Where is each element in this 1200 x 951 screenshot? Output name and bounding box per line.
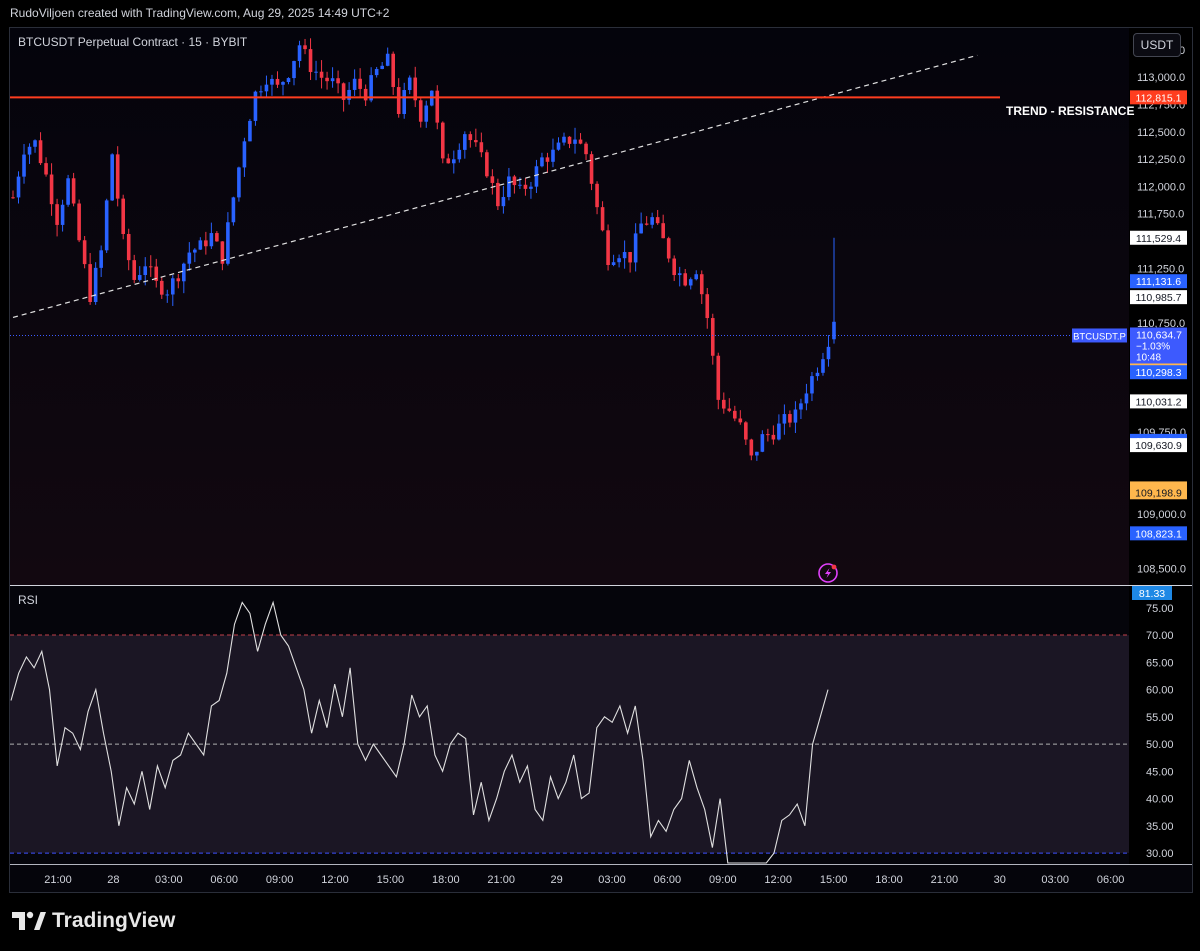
time-tick-label: 29 bbox=[550, 874, 562, 886]
brand-logo[interactable]: TradingView bbox=[12, 906, 175, 936]
symbol-title[interactable]: BTCUSDT Perpetual Contract · 15 · BYBIT bbox=[18, 35, 247, 49]
price-tag: 111,131.6 bbox=[1130, 274, 1187, 288]
svg-text:108,823.1: 108,823.1 bbox=[1135, 528, 1182, 540]
time-tick-label: 15:00 bbox=[377, 874, 405, 886]
chart-frame[interactable]: 113,250.0113,000.0112,750.0112,500.0112,… bbox=[9, 27, 1193, 893]
time-tick-label: 06:00 bbox=[654, 874, 682, 886]
svg-text:10:48: 10:48 bbox=[1136, 352, 1161, 363]
candle bbox=[485, 149, 489, 178]
svg-text:BTCUSDT.P: BTCUSDT.P bbox=[1073, 331, 1126, 342]
rsi-tick-label: 75.00 bbox=[1146, 603, 1174, 615]
rsi-title[interactable]: RSI bbox=[18, 593, 38, 607]
time-tick-label: 06:00 bbox=[1097, 874, 1125, 886]
svg-text:110,634.7: 110,634.7 bbox=[1136, 329, 1182, 341]
rsi-value-tag: 81.33 bbox=[1132, 586, 1172, 600]
time-tick-label: 18:00 bbox=[875, 874, 903, 886]
tradingview-logo-icon bbox=[12, 911, 46, 930]
candle bbox=[82, 236, 87, 269]
time-tick-label: 21:00 bbox=[487, 874, 515, 886]
svg-text:110,031.2: 110,031.2 bbox=[1136, 396, 1182, 408]
price-tag: 108,823.1 bbox=[1130, 526, 1187, 541]
price-tick-label: 112,000.0 bbox=[1137, 181, 1185, 193]
rsi-tick-label: 60.00 bbox=[1146, 685, 1174, 697]
time-tick-label: 03:00 bbox=[1041, 874, 1069, 886]
time-tick-label: 09:00 bbox=[266, 874, 294, 886]
price-tag: 109,630.9 bbox=[1130, 438, 1187, 453]
time-tick-label: 03:00 bbox=[155, 874, 183, 886]
candle bbox=[253, 90, 258, 126]
rsi-tick-label: 45.00 bbox=[1146, 766, 1174, 778]
svg-text:111,131.6: 111,131.6 bbox=[1136, 276, 1181, 288]
time-tick-label: 06:00 bbox=[210, 874, 238, 886]
rsi-tick-label: 70.00 bbox=[1146, 630, 1174, 642]
rsi-band bbox=[10, 635, 1129, 854]
time-tick-label: 21:00 bbox=[44, 874, 72, 886]
price-tag: 110,031.2 bbox=[1130, 394, 1187, 409]
svg-text:110,985.7: 110,985.7 bbox=[1136, 292, 1182, 304]
rsi-tick-label: 65.00 bbox=[1146, 657, 1174, 669]
time-tick-label: 03:00 bbox=[598, 874, 626, 886]
candle bbox=[231, 196, 236, 226]
candle bbox=[104, 198, 109, 254]
svg-text:112,815.1: 112,815.1 bbox=[1136, 92, 1182, 104]
last-price-tag: 110,634.7−1.03%10:48 bbox=[1130, 327, 1187, 364]
candle bbox=[121, 194, 125, 240]
chart-attribution: RudoViljoen created with TradingView.com… bbox=[10, 6, 390, 20]
svg-text:−1.03%: −1.03% bbox=[1136, 341, 1170, 352]
price-tick-label: 109,000.0 bbox=[1137, 509, 1186, 521]
time-tick-label: 30 bbox=[994, 874, 1006, 886]
candle bbox=[110, 153, 114, 201]
brand-name: TradingView bbox=[52, 909, 176, 932]
svg-text:81.33: 81.33 bbox=[1139, 588, 1165, 600]
time-tick-label: 12:00 bbox=[764, 874, 792, 886]
svg-text:111,529.4: 111,529.4 bbox=[1136, 233, 1181, 245]
price-tag: 111,529.4 bbox=[1130, 230, 1187, 245]
price-tick-label: 111,250.0 bbox=[1137, 263, 1184, 275]
svg-text:109,630.9: 109,630.9 bbox=[1135, 440, 1182, 452]
time-tick-label: 28 bbox=[107, 874, 119, 886]
svg-text:110,298.3: 110,298.3 bbox=[1136, 367, 1182, 379]
candle bbox=[77, 199, 81, 243]
price-tag: 109,198.9 bbox=[1130, 485, 1187, 500]
price-tick-label: 108,500.0 bbox=[1137, 564, 1186, 576]
rsi-tick-label: 50.00 bbox=[1146, 739, 1174, 751]
time-tick-label: 15:00 bbox=[820, 874, 848, 886]
candle bbox=[496, 178, 500, 211]
price-tick-label: 112,250.0 bbox=[1137, 154, 1185, 166]
currency-button[interactable]: USDT bbox=[1133, 33, 1181, 57]
symbol-price-tag: BTCUSDT.P bbox=[1072, 328, 1127, 343]
rsi-tick-label: 40.00 bbox=[1146, 794, 1174, 806]
resistance-label: TREND - RESISTANCE bbox=[1006, 104, 1135, 118]
price-tag: 110,298.3 bbox=[1130, 365, 1187, 380]
resistance-price-tag: 112,815.1 bbox=[1130, 90, 1187, 104]
rsi-tick-label: 35.00 bbox=[1146, 821, 1174, 833]
candle bbox=[66, 174, 70, 207]
rsi-tick-label: 55.00 bbox=[1146, 712, 1174, 724]
candle bbox=[237, 166, 241, 202]
price-tag: 110,985.7 bbox=[1130, 290, 1187, 305]
price-tick-label: 112,500.0 bbox=[1137, 127, 1185, 139]
candle bbox=[93, 262, 98, 305]
price-tick-label: 111,750.0 bbox=[1137, 209, 1184, 221]
price-pane-background bbox=[10, 28, 1129, 585]
time-tick-label: 18:00 bbox=[432, 874, 460, 886]
chart-canvas[interactable]: 113,250.0113,000.0112,750.0112,500.0112,… bbox=[10, 28, 1192, 892]
time-tick-label: 09:00 bbox=[709, 874, 737, 886]
rsi-tick-label: 30.00 bbox=[1146, 848, 1174, 860]
candle bbox=[606, 224, 610, 271]
price-tick-label: 113,000.0 bbox=[1137, 72, 1185, 84]
svg-text:109,198.9: 109,198.9 bbox=[1135, 487, 1182, 499]
candle bbox=[248, 118, 252, 142]
time-tick-label: 21:00 bbox=[931, 874, 959, 886]
time-tick-label: 12:00 bbox=[321, 874, 349, 886]
candle bbox=[440, 121, 445, 164]
candle bbox=[115, 146, 120, 207]
